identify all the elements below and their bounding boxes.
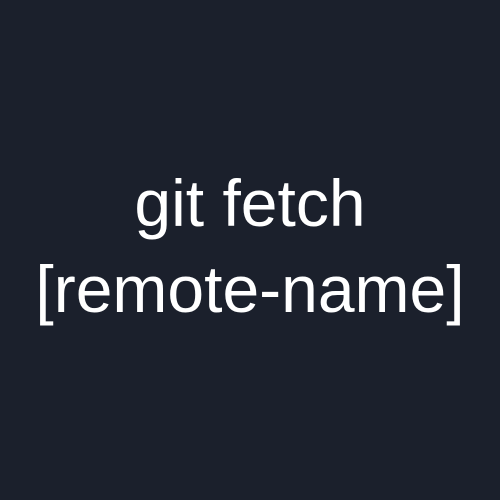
command-card: git fetch [remote-name] bbox=[0, 0, 500, 500]
command-text-line-2: [remote-name] bbox=[35, 252, 465, 326]
command-text-line-1: git fetch bbox=[134, 166, 366, 240]
